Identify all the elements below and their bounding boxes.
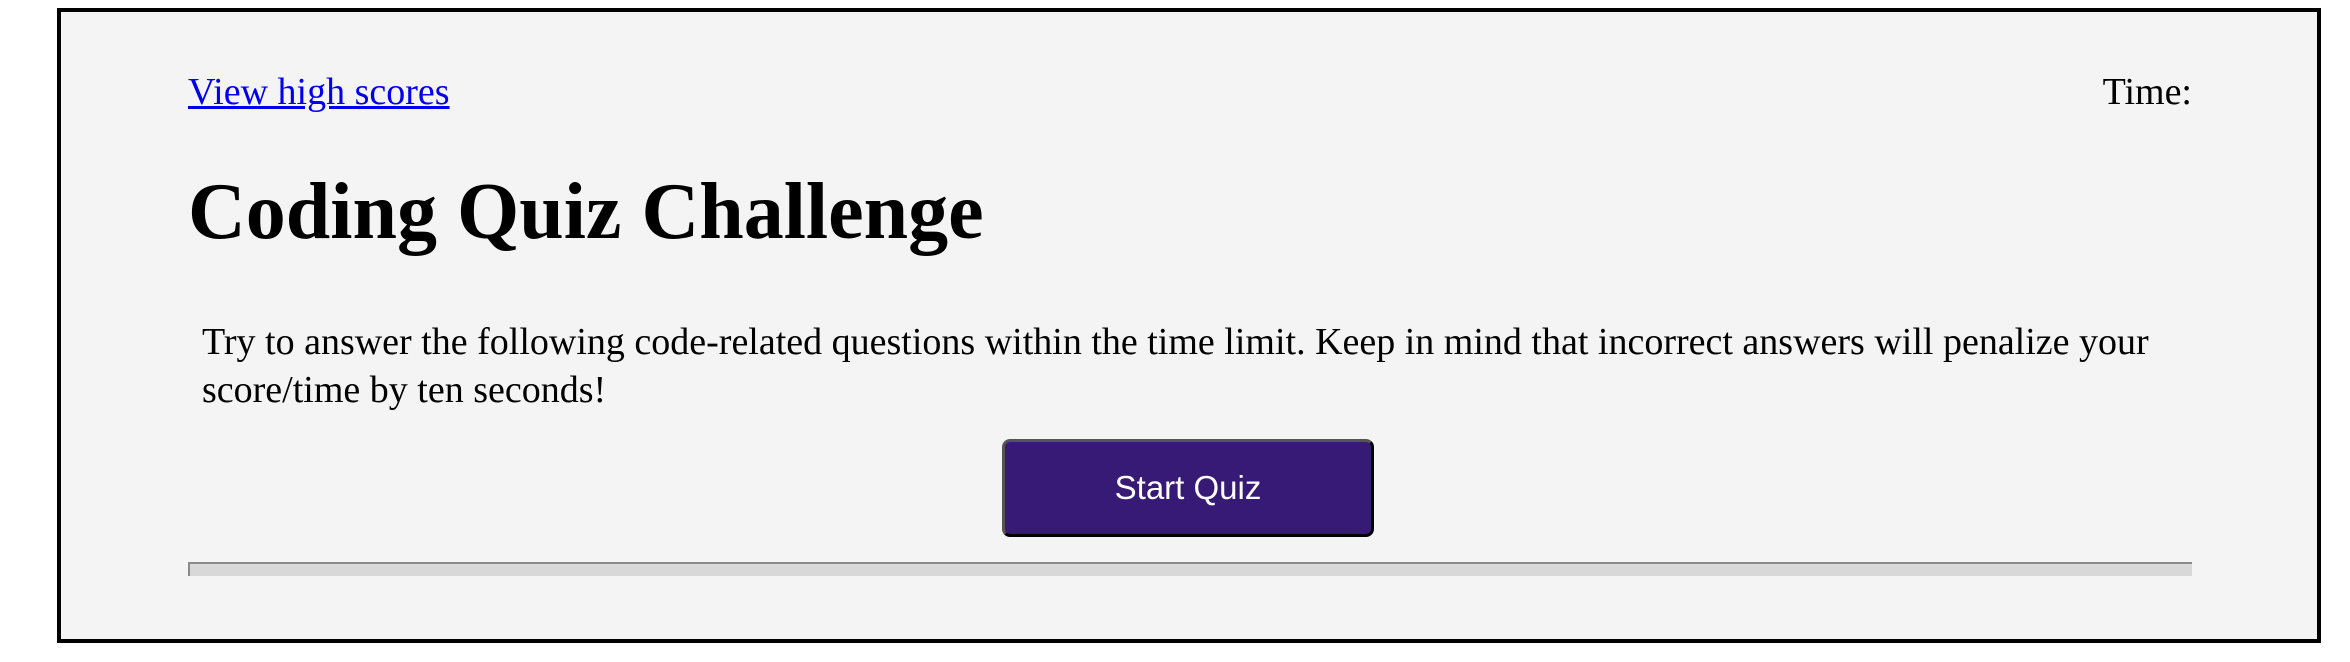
content-container: View high scores Time: Coding Quiz Chall… [188, 12, 2192, 639]
quiz-description: Try to answer the following code-related… [202, 321, 2149, 411]
page-title: Coding Quiz Challenge [188, 168, 984, 256]
top-bar: View high scores Time: [188, 70, 2192, 120]
start-quiz-button[interactable]: Start Quiz [1002, 439, 1374, 537]
divider [188, 562, 2192, 576]
view-high-scores-link[interactable]: View high scores [188, 70, 450, 116]
timer-label: Time: [2102, 71, 2192, 113]
page-frame: View high scores Time: Coding Quiz Chall… [57, 8, 2321, 643]
